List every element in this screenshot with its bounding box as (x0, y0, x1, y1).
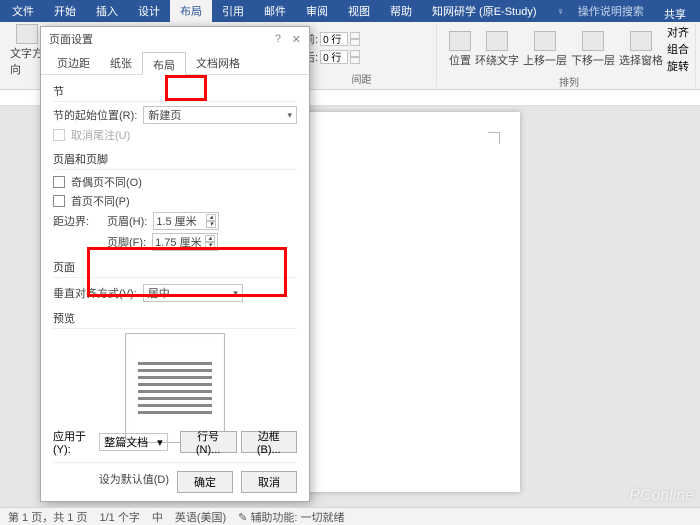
suppress-endnotes-label: 取消尾注(U) (71, 127, 130, 143)
page-setup-dialog: 页面设置 ? ✕ 页边距 纸张 布局 文档网格 节 节的起始位置(R): 新建页… (40, 26, 310, 502)
margin-corner-icon (488, 132, 500, 144)
tab-mail[interactable]: 邮件 (254, 0, 296, 23)
selection-pane-button[interactable]: 选择窗格 (619, 31, 663, 68)
apply-to-combo[interactable]: 整篇文档▾ (99, 433, 168, 451)
ok-button[interactable]: 确定 (177, 471, 233, 493)
ribbon-tabs: 文件 开始 插入 设计 布局 引用 邮件 审阅 视图 帮助 知网研学 (原E-S… (0, 0, 700, 22)
dlg-tab-layout[interactable]: 布局 (142, 52, 186, 75)
section-title-page: 页面 (53, 259, 297, 278)
group-button[interactable]: 组合 (667, 41, 689, 57)
suppress-endnotes-checkbox[interactable] (53, 129, 65, 141)
group-label-arrange: 排列 (449, 74, 689, 89)
forward-button[interactable]: 上移一层 (523, 31, 567, 68)
tab-layout[interactable]: 布局 (170, 0, 212, 23)
footer-spin[interactable]: 1.75 厘米▴▾ (152, 233, 218, 251)
chevron-down-icon: ▾ (233, 288, 238, 299)
tab-references[interactable]: 引用 (212, 0, 254, 23)
first-page-checkbox[interactable] (53, 195, 65, 207)
align-button[interactable]: 对齐 (667, 24, 689, 40)
status-lang[interactable]: 英语(美国) (175, 509, 226, 525)
dialog-title: 页面设置 (49, 31, 93, 47)
header-label: 页眉(H): (107, 213, 147, 229)
section-title-hf: 页眉和页脚 (53, 151, 297, 170)
dlg-tab-margins[interactable]: 页边距 (47, 51, 100, 74)
apply-to-label: 应用于(Y): (53, 428, 93, 456)
backward-button[interactable]: 下移一层 (571, 31, 615, 68)
valign-combo[interactable]: 居中▾ (143, 284, 243, 302)
watermark: PConline (629, 487, 694, 505)
section-title-section: 节 (53, 83, 297, 102)
status-bar: 第 1 页，共 1 页 1/1 个字 中 英语(美国) ✎ 辅助功能: 一切就绪 (0, 507, 700, 525)
group-label-paragraph: 间距 (293, 71, 430, 86)
tab-home[interactable]: 开始 (44, 0, 86, 23)
tell-me[interactable]: ♀ 操作说明搜索 (547, 0, 664, 23)
section-start-combo[interactable]: 新建页▾ (143, 106, 297, 124)
first-page-label: 首页不同(P) (71, 193, 130, 209)
chevron-down-icon: ▾ (287, 110, 292, 121)
tab-file[interactable]: 文件 (2, 0, 44, 23)
borders-button[interactable]: 边框(B)... (241, 431, 297, 453)
section-start-label: 节的起始位置(R): (53, 107, 137, 123)
backward-icon (582, 31, 604, 51)
tab-design[interactable]: 设计 (128, 0, 170, 23)
text-direction-icon (16, 24, 38, 44)
line-numbers-button[interactable]: 行号(N)... (180, 431, 237, 453)
footer-label: 页脚(F): (107, 234, 146, 250)
status-ime[interactable]: 中 (152, 509, 163, 525)
tab-help[interactable]: 帮助 (380, 0, 422, 23)
text-direction-button[interactable]: 文字方向 (10, 24, 43, 77)
status-a11y[interactable]: ✎ 辅助功能: 一切就绪 (238, 509, 344, 525)
spacing-after-input[interactable] (320, 50, 348, 64)
forward-icon (534, 31, 556, 51)
wrap-button[interactable]: 环绕文字 (475, 31, 519, 68)
valign-label: 垂直对齐方式(V): (53, 285, 137, 301)
preview-title: 预览 (53, 310, 297, 329)
position-icon (449, 31, 471, 51)
selection-pane-icon (630, 31, 652, 51)
status-words[interactable]: 1/1 个字 (99, 509, 139, 525)
rotate-button[interactable]: 旋转 (667, 58, 689, 74)
share-button[interactable]: 共享 (654, 2, 696, 26)
wrap-icon (486, 31, 508, 51)
tab-view[interactable]: 视图 (338, 0, 380, 23)
spacing-before-input[interactable] (320, 32, 348, 46)
status-page[interactable]: 第 1 页，共 1 页 (8, 509, 87, 525)
tab-estudy[interactable]: 知网研学 (原E-Study) (422, 0, 547, 23)
odd-even-checkbox[interactable] (53, 176, 65, 188)
odd-even-label: 奇偶页不同(O) (71, 174, 142, 190)
position-button[interactable]: 位置 (449, 31, 471, 68)
dlg-tab-grid[interactable]: 文档网格 (186, 51, 250, 74)
dlg-tab-paper[interactable]: 纸张 (100, 51, 142, 74)
header-spin[interactable]: 1.5 厘米▴▾ (153, 212, 219, 230)
help-icon[interactable]: ? (275, 33, 281, 45)
margin-label: 距边界: (53, 213, 101, 229)
tab-review[interactable]: 审阅 (296, 0, 338, 23)
dialog-tabs: 页边距 纸张 布局 文档网格 (41, 51, 309, 75)
chevron-down-icon: ▾ (157, 436, 163, 449)
close-icon[interactable]: ✕ (292, 33, 301, 46)
tab-insert[interactable]: 插入 (86, 0, 128, 23)
set-default-link[interactable]: 设为默认值(D) (99, 471, 169, 493)
cancel-button[interactable]: 取消 (241, 471, 297, 493)
